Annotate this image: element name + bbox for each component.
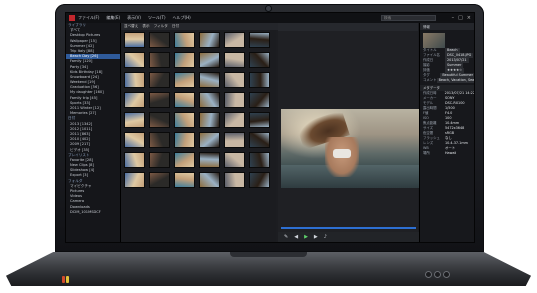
port-icon xyxy=(434,271,441,278)
filter-button[interactable]: フィルタ xyxy=(154,24,168,29)
photo-thumbnail[interactable] xyxy=(174,52,195,68)
photo-thumbnail[interactable] xyxy=(224,92,245,108)
sidebar-item[interactable]: DCIM_101MSDCF xyxy=(66,210,120,215)
menu-help[interactable]: ヘルプ(H) xyxy=(173,15,191,21)
playback-controls: ✎ ◀ ▶ ▶ ♪ xyxy=(278,232,424,242)
preview-image[interactable] xyxy=(281,109,420,188)
photo-thumbnail[interactable] xyxy=(224,72,245,88)
photo-thumbnail[interactable] xyxy=(174,72,195,88)
photo-thumbnail[interactable] xyxy=(124,112,145,128)
photo-thumbnail[interactable] xyxy=(149,172,170,188)
photo-thumbnail[interactable] xyxy=(149,52,170,68)
edit-icon[interactable]: ✎ xyxy=(284,234,288,240)
sort-button[interactable]: 並べ替え xyxy=(124,24,138,29)
laptop-base xyxy=(6,252,531,286)
maximize-icon[interactable]: □ xyxy=(458,15,463,21)
photo-thumbnail[interactable] xyxy=(249,72,270,88)
laptop-buttons xyxy=(425,271,450,278)
photo-thumbnail[interactable] xyxy=(249,92,270,108)
app-window: ファイル(F) 編集(E) 表示(V) ツール(T) ヘルプ(H) 検索 – □… xyxy=(65,12,475,243)
photo-thumbnail[interactable] xyxy=(249,132,270,148)
menu-view[interactable]: 表示(V) xyxy=(127,15,141,21)
webcam-icon xyxy=(266,6,271,11)
photo-thumbnail[interactable] xyxy=(124,152,145,168)
photo-thumbnail[interactable] xyxy=(224,152,245,168)
previous-icon[interactable]: ◀ xyxy=(294,234,298,240)
photo-thumbnail[interactable] xyxy=(124,132,145,148)
panel-header: 情報 xyxy=(420,23,474,30)
port-icon xyxy=(443,271,450,278)
menu-tools[interactable]: ツール(T) xyxy=(148,15,166,21)
photo-thumbnail[interactable] xyxy=(174,172,195,188)
photo-thumbnail[interactable] xyxy=(174,152,195,168)
photo-thumbnail[interactable] xyxy=(149,72,170,88)
photo-thumbnail[interactable] xyxy=(224,172,245,188)
window-controls: – □ × xyxy=(452,15,471,21)
panel-title: 情報 xyxy=(423,25,430,29)
search-input[interactable]: 検索 xyxy=(381,15,436,21)
preview-toolbar xyxy=(278,23,418,31)
photo-thumbnail[interactable] xyxy=(124,92,145,108)
sidebar: ライブラリ すべて Desktop Pictures Wallpaper [15] Su… xyxy=(66,23,121,242)
photo-thumbnail[interactable] xyxy=(249,172,270,188)
title-bar: ファイル(F) 編集(E) 表示(V) ツール(T) ヘルプ(H) 検索 – □… xyxy=(66,13,474,23)
info-panel: 情報 タイトル Beach ファイル名 DSC_0418.JPG 作成日 2013/07/… xyxy=(419,23,474,242)
photo-thumbnail[interactable] xyxy=(199,152,220,168)
laptop-hinge xyxy=(230,252,307,257)
preview-pane: ✎ ◀ ▶ ▶ ♪ xyxy=(278,23,424,242)
volume-icon[interactable]: ♪ xyxy=(324,234,327,240)
photo-thumbnail[interactable] xyxy=(174,112,195,128)
play-icon[interactable]: ▶ xyxy=(304,234,308,240)
photo-thumbnail[interactable] xyxy=(174,132,195,148)
photo-thumbnail[interactable] xyxy=(124,72,145,88)
photo-thumbnail[interactable] xyxy=(224,32,245,48)
photo-thumbnail[interactable] xyxy=(224,52,245,68)
photo-thumbnail[interactable] xyxy=(249,112,270,128)
thumbnail-list xyxy=(124,32,274,188)
photo-thumbnail[interactable] xyxy=(124,172,145,188)
photo-thumbnail[interactable] xyxy=(149,32,170,48)
photo-thumbnail[interactable] xyxy=(199,72,220,88)
close-icon[interactable]: × xyxy=(467,15,471,21)
photo-thumbnail[interactable] xyxy=(149,152,170,168)
field-label: 場所 xyxy=(423,151,430,155)
field-label: コメント xyxy=(423,78,437,82)
status-led xyxy=(62,276,65,283)
minimize-icon[interactable]: – xyxy=(452,15,455,21)
photo-thumbnail[interactable] xyxy=(199,112,220,128)
photo-thumbnail[interactable] xyxy=(199,52,220,68)
photo-thumbnail[interactable] xyxy=(249,152,270,168)
photo-thumbnail[interactable] xyxy=(249,32,270,48)
menu-file[interactable]: ファイル(F) xyxy=(78,15,99,21)
info-field: 場所 Hawaii xyxy=(420,151,474,156)
thumbnail-grid: 並べ替え 表示 フィルタ 日付 xyxy=(121,23,279,242)
photo-thumbnail[interactable] xyxy=(124,32,145,48)
photo-thumbnail[interactable] xyxy=(199,92,220,108)
photo-thumbnail[interactable] xyxy=(249,52,270,68)
next-icon[interactable]: ▶ xyxy=(314,234,318,240)
info-field: コメント Beach, Vacation, Sea xyxy=(420,78,474,83)
photo-thumbnail[interactable] xyxy=(149,132,170,148)
photo-thumbnail[interactable] xyxy=(174,92,195,108)
photo-thumbnail[interactable] xyxy=(199,172,220,188)
photo-thumbnail[interactable] xyxy=(224,112,245,128)
status-led xyxy=(66,276,69,283)
timeline-progress[interactable] xyxy=(281,227,416,229)
photo-thumbnail[interactable] xyxy=(199,32,220,48)
photo-thumbnail[interactable] xyxy=(199,132,220,148)
photo-thumbnail[interactable] xyxy=(224,132,245,148)
panel-thumbnail xyxy=(423,33,445,48)
port-icon xyxy=(425,271,432,278)
field-value[interactable]: Beach, Vacation, Sea xyxy=(436,78,474,83)
grid-toolbar: 並べ替え 表示 フィルタ 日付 xyxy=(121,23,279,30)
app-logo-icon xyxy=(69,15,75,21)
menu-edit[interactable]: 編集(E) xyxy=(106,15,120,21)
photo-thumbnail[interactable] xyxy=(149,112,170,128)
date-button[interactable]: 日付 xyxy=(172,24,179,29)
photo-thumbnail[interactable] xyxy=(174,32,195,48)
view-button[interactable]: 表示 xyxy=(142,24,149,29)
photo-thumbnail[interactable] xyxy=(124,52,145,68)
field-value: Hawaii xyxy=(445,151,457,155)
photo-thumbnail[interactable] xyxy=(149,92,170,108)
